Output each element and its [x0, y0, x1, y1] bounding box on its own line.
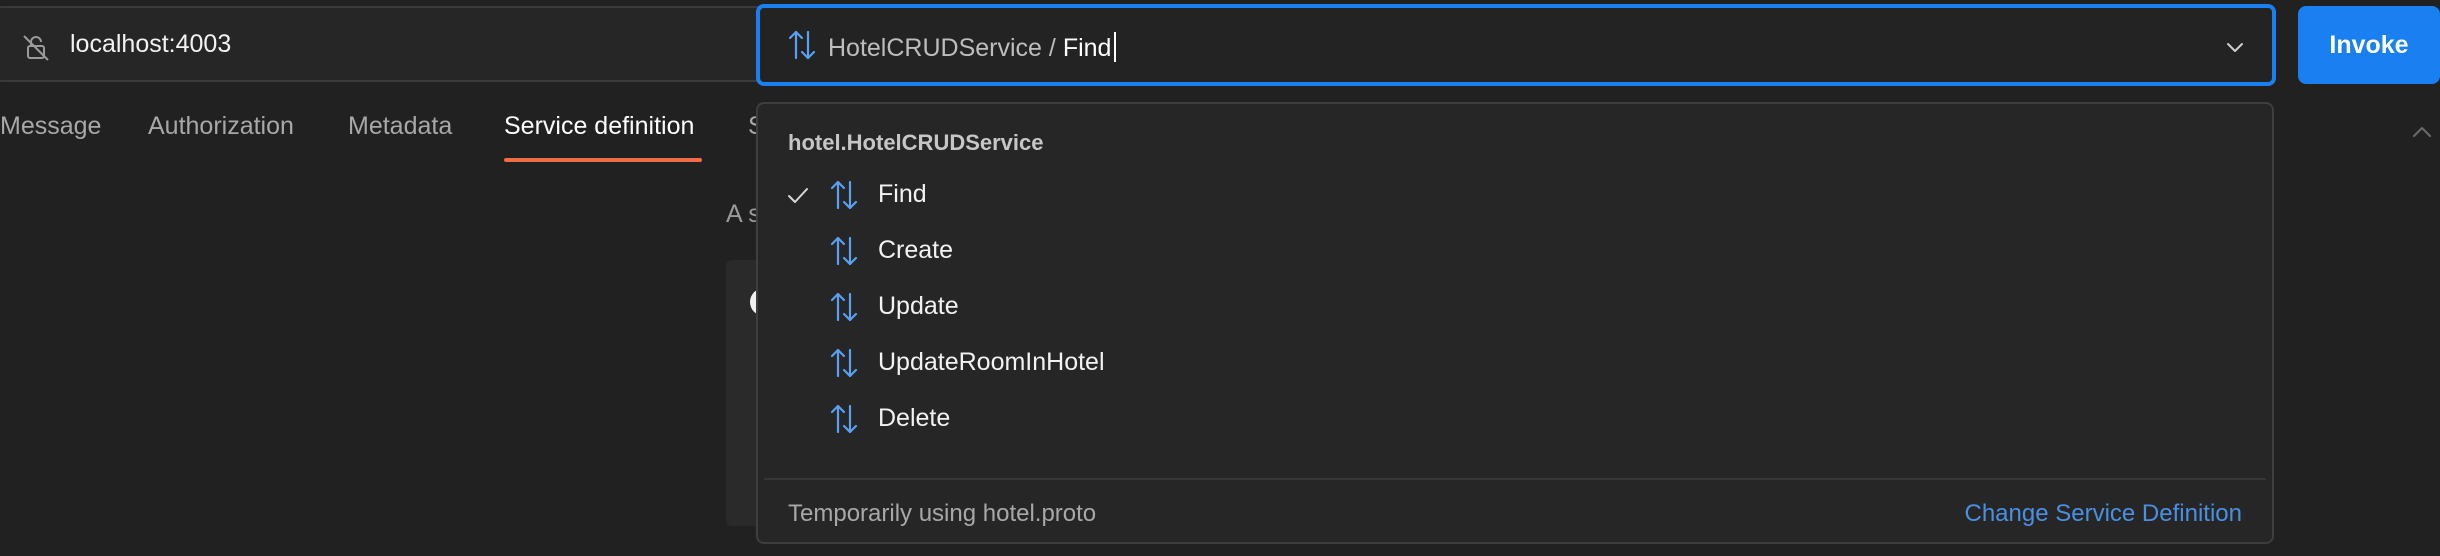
tab-service-definition[interactable]: Service definition	[504, 112, 694, 141]
dropdown-divider	[764, 478, 2266, 480]
method-option-update[interactable]: Update	[758, 280, 2272, 336]
tab-metadata[interactable]: Metadata	[348, 112, 452, 141]
method-dropdown: hotel.HotelCRUDService Find Create Updat…	[756, 102, 2274, 544]
bidirectional-stream-icon	[830, 236, 858, 266]
method-option-label: UpdateRoomInHotel	[878, 348, 1105, 376]
tab-authorization[interactable]: Authorization	[148, 112, 294, 141]
method-option-update-room-in-hotel[interactable]: UpdateRoomInHotel	[758, 336, 2272, 392]
service-group-title: hotel.HotelCRUDService	[788, 130, 1044, 155]
bidirectional-stream-icon	[830, 348, 858, 378]
bidirectional-stream-icon	[830, 292, 858, 322]
lock-off-icon	[23, 35, 49, 61]
method-option-create[interactable]: Create	[758, 224, 2272, 280]
method-name: Find	[1062, 34, 1112, 62]
text-caret	[1114, 32, 1117, 62]
address-url: localhost:4003	[70, 29, 232, 58]
method-option-label: Create	[878, 236, 954, 264]
bidirectional-stream-icon	[788, 30, 816, 60]
method-option-label: Delete	[878, 404, 951, 432]
method-option-label: Update	[878, 292, 959, 320]
method-path: HotelCRUDService / Find	[828, 32, 1117, 63]
bidirectional-stream-icon	[830, 404, 858, 434]
active-tab-indicator	[504, 158, 702, 162]
path-separator: /	[1048, 34, 1056, 62]
change-service-definition-link[interactable]: Change Service Definition	[1965, 500, 2243, 528]
address-bar[interactable]: localhost:4003	[0, 6, 764, 82]
invoke-button[interactable]: Invoke	[2298, 6, 2440, 84]
check-icon	[788, 188, 808, 203]
method-option-label: Find	[878, 180, 927, 208]
bidirectional-stream-icon	[830, 180, 858, 210]
method-selector[interactable]: HotelCRUDService / Find	[756, 4, 2276, 86]
chevron-down-icon[interactable]	[2224, 36, 2246, 58]
method-option-find[interactable]: Find	[758, 168, 2272, 224]
method-option-delete[interactable]: Delete	[758, 392, 2272, 448]
proto-source-text: Temporarily using hotel.proto	[788, 500, 1097, 527]
service-name: HotelCRUDService	[828, 34, 1042, 62]
chevron-up-icon[interactable]	[2410, 124, 2434, 140]
tab-message[interactable]: Message	[0, 112, 101, 141]
